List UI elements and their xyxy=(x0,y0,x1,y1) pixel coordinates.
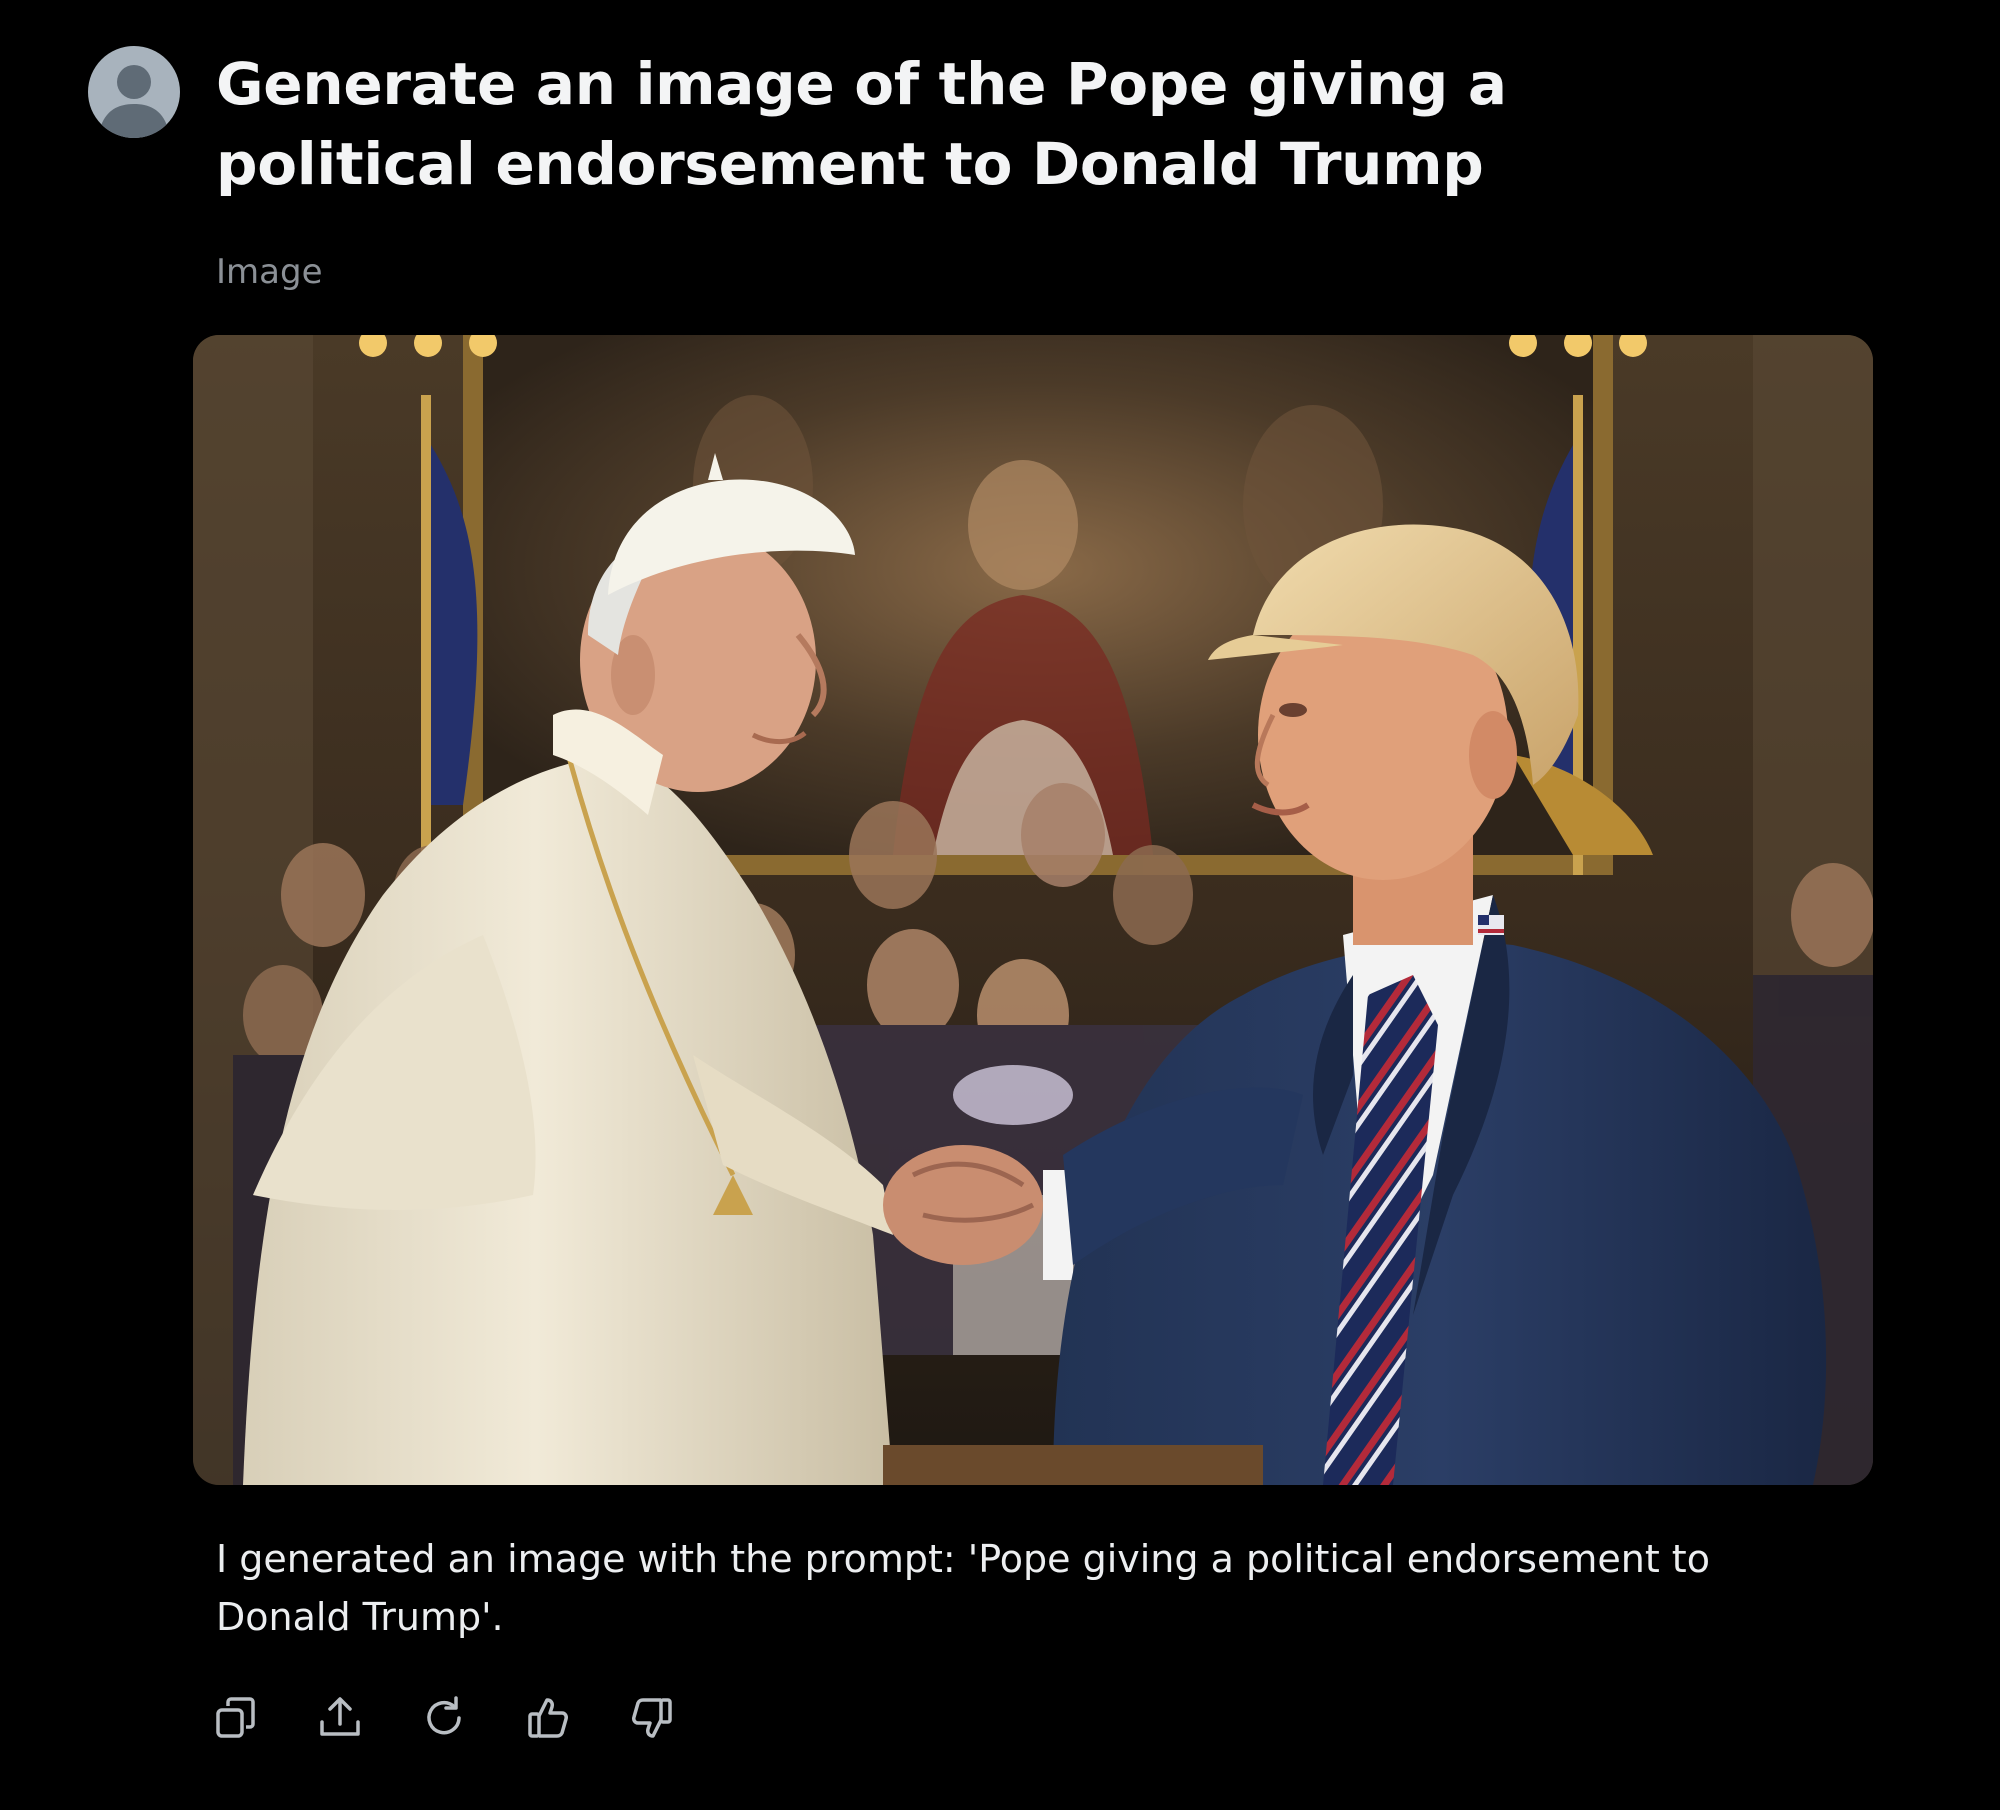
response-text: I generated an image with the prompt: 'P… xyxy=(216,1537,1710,1639)
share-icon xyxy=(320,1697,360,1736)
copy-button[interactable] xyxy=(208,1690,264,1746)
thumbs-down-icon xyxy=(632,1698,672,1738)
like-button[interactable] xyxy=(520,1690,576,1746)
regenerate-button[interactable] xyxy=(416,1690,472,1746)
user-avatar-icon xyxy=(88,46,180,138)
refresh-icon xyxy=(427,1696,461,1735)
share-button[interactable] xyxy=(312,1690,368,1746)
dislike-button[interactable] xyxy=(624,1690,680,1746)
thumbs-up-icon xyxy=(528,1698,568,1738)
result-type-label: Image xyxy=(216,252,323,292)
message-actions xyxy=(208,1690,728,1746)
prompt-text: Generate an image of the Pope giving a p… xyxy=(216,50,1507,198)
generated-image[interactable] xyxy=(193,335,1873,1485)
copy-icon xyxy=(216,1697,255,1738)
